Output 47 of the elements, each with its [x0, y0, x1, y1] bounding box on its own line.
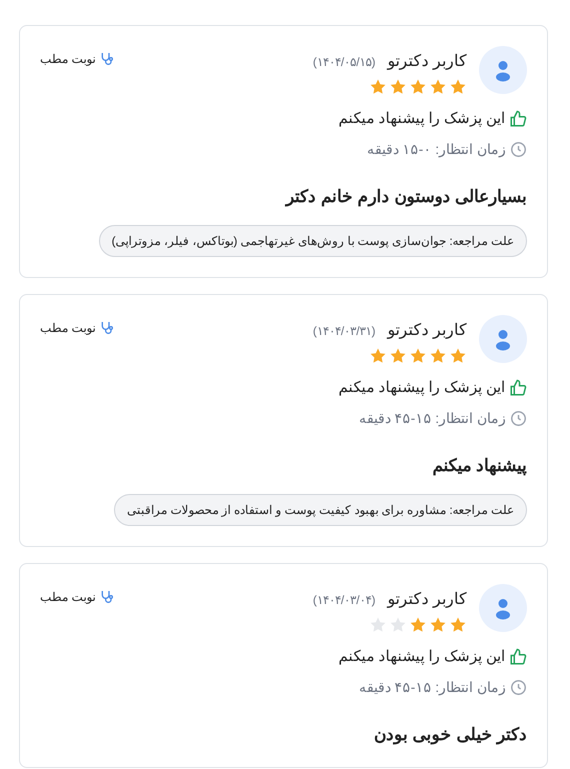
avatar-icon	[479, 315, 527, 363]
thumbs-up-icon	[509, 379, 527, 398]
clock-icon	[510, 410, 527, 426]
star-icon	[369, 347, 387, 365]
wait-time: زمان انتظار: ۱۵-۴۵ دقیقه	[358, 408, 506, 428]
star-icon	[409, 347, 427, 365]
clock-icon	[510, 678, 527, 696]
star-icon	[429, 347, 447, 365]
avatar-icon	[479, 46, 527, 94]
star-icon	[449, 347, 467, 365]
review-comment: بسیارعالی دوستون دارم خانم دکتر	[284, 186, 527, 208]
thumbs-up-icon	[509, 110, 527, 128]
star-icon	[389, 347, 407, 365]
stethoscope-icon	[99, 51, 116, 67]
thumbs-up-icon	[509, 648, 527, 666]
review-comment: دکتر خیلی خوبی بودن	[372, 724, 527, 746]
avatar-icon	[479, 584, 527, 632]
star-icon	[449, 78, 467, 96]
appointment-type: نوبت مطب	[40, 51, 96, 68]
star-icon	[409, 78, 427, 96]
review-date: (۱۴۰۴/۰۳/۰۴)	[312, 592, 376, 609]
review-date: (۱۴۰۴/۰۵/۱۵)	[312, 54, 376, 71]
appointment-type: نوبت مطب	[40, 320, 96, 337]
star-icon	[409, 616, 427, 634]
visit-reason-tag: علت مراجعه: مشاوره برای بهبود کیفیت پوست و استفاده از محصولات مراقبتی	[114, 494, 527, 526]
recommend-text: این پزشک را پیشنهاد میکنم	[338, 647, 505, 667]
user-name: کاربر دکترتو	[388, 321, 467, 341]
stethoscope-icon	[99, 320, 116, 336]
user-name: کاربر دکترتو	[388, 590, 467, 610]
user-name: کاربر دکترتو	[388, 52, 467, 72]
visit-reason-tag: علت مراجعه: جوان‌سازی پوست با روش‌های غیرتهاجمی (بوتاکس، فیلر، مزوتراپی)	[98, 225, 527, 257]
clock-icon	[510, 140, 527, 158]
recommend-text: این پزشک را پیشنهاد میکنم	[338, 109, 505, 129]
star-icon	[389, 78, 407, 96]
wait-time: زمان انتظار: ۱۵-۴۵ دقیقه	[358, 678, 506, 698]
star-icon	[389, 616, 407, 634]
appointment-type: نوبت مطب	[40, 589, 96, 606]
stethoscope-icon	[99, 589, 116, 605]
review-date: (۱۴۰۴/۰۳/۳۱)	[312, 323, 376, 340]
star-icon	[429, 616, 447, 634]
star-icon	[369, 78, 387, 96]
review-comment: پیشنهاد میکنم	[431, 454, 527, 478]
wait-time: زمان انتظار: ۰-۱۵ دقیقه	[366, 140, 506, 160]
star-icon	[369, 616, 387, 634]
star-icon	[449, 616, 467, 634]
recommend-text: این پزشک را پیشنهاد میکنم	[338, 378, 505, 398]
star-icon	[429, 78, 447, 96]
